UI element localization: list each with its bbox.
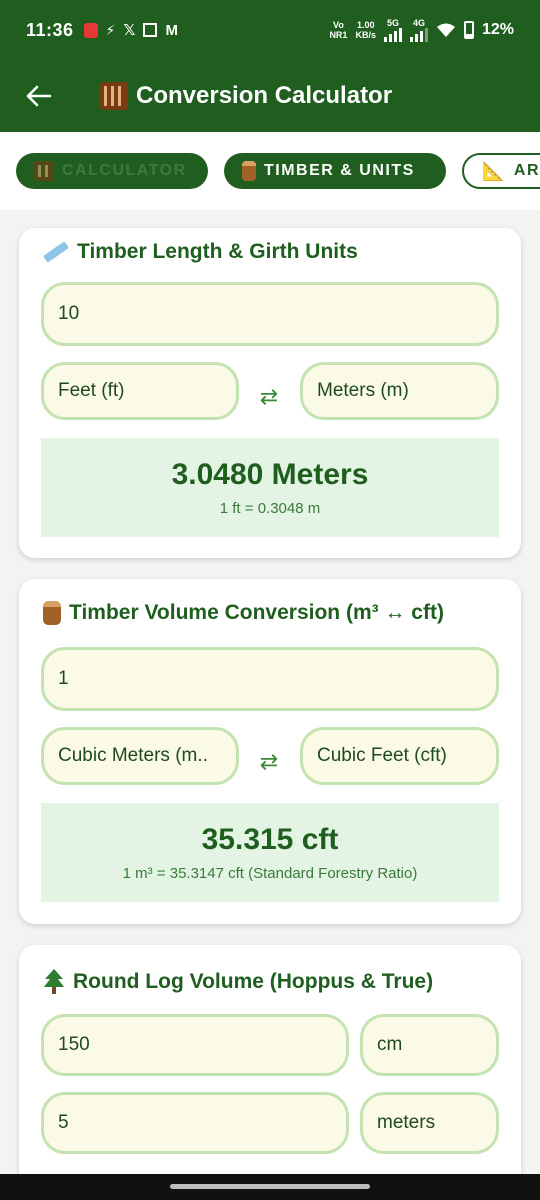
result-panel: 35.315 cft 1 m³ = 35.3147 cft (Standard … — [41, 803, 499, 902]
length-unit-select[interactable]: meters — [360, 1092, 499, 1154]
abacus-icon — [34, 161, 54, 181]
result-note: 1 ft = 0.3048 m — [219, 500, 321, 517]
mail-icon: M — [165, 21, 178, 39]
length-input[interactable]: 5 — [41, 1092, 349, 1154]
result-note: 1 m³ = 35.3147 cft (Standard Forestry Ra… — [122, 865, 418, 882]
carrier-indicator: Vo NR1 — [329, 20, 348, 40]
swap-icon[interactable]: ⇄ — [249, 742, 289, 782]
news-icon — [143, 23, 158, 37]
card-round-log-volume: Round Log Volume (Hoppus & True) 150 cm … — [19, 945, 521, 1174]
card-length-units: Timber Length & Girth Units 10 Feet (ft)… — [19, 228, 521, 558]
page-title: Conversion Calculator — [100, 82, 392, 110]
status-time: 11:36 — [26, 19, 74, 40]
signal-bars-icon — [409, 28, 428, 42]
system-status: Vo NR1 1.00 KB/s 5G 4G 12% — [329, 18, 514, 42]
shopping-bag-icon — [83, 22, 98, 38]
tab-area[interactable]: 📐 AR — [462, 153, 540, 189]
ruler-icon — [43, 241, 69, 263]
tab-bar: CALCULATOR TIMBER & UNITS 📐 AR — [0, 132, 540, 210]
swap-icon[interactable]: ⇄ — [249, 377, 289, 417]
from-unit-select[interactable]: Cubic Meters (m.. — [41, 727, 239, 785]
x-logo-icon: 𝕏 — [123, 22, 136, 39]
girth-input[interactable]: 150 — [41, 1014, 349, 1076]
wifi-icon — [436, 23, 455, 37]
arrow-left-icon — [26, 85, 52, 107]
battery-percent: 12% — [481, 21, 514, 38]
battery-icon — [463, 21, 474, 39]
to-unit-select[interactable]: Meters (m) — [300, 362, 499, 420]
tree-icon — [44, 969, 64, 994]
tab-timber-units[interactable]: TIMBER & UNITS — [224, 153, 446, 189]
app-bar: Conversion Calculator — [0, 60, 540, 132]
to-unit-select[interactable]: Cubic Feet (cft) — [300, 727, 499, 785]
triangle-ruler-icon: 📐 — [482, 160, 506, 181]
card-title: Timber Length & Girth Units — [43, 240, 358, 264]
result-panel: 3.0480 Meters 1 ft = 0.3048 m — [41, 438, 499, 537]
back-button[interactable] — [0, 60, 78, 132]
flash-icon: ⚡ — [105, 21, 116, 38]
from-unit-select[interactable]: Feet (ft) — [41, 362, 239, 420]
signal-4g: 4G — [409, 18, 428, 42]
home-gesture-handle[interactable] — [170, 1184, 370, 1189]
volume-input[interactable]: 1 — [41, 647, 499, 711]
result-value: 3.0480 Meters — [171, 458, 369, 491]
navigation-bar — [0, 1174, 540, 1200]
log-icon — [242, 161, 256, 181]
result-value: 35.315 cft — [201, 823, 339, 856]
log-icon — [43, 601, 61, 625]
network-speed: 1.00 KB/s — [355, 20, 376, 40]
abacus-icon — [100, 82, 128, 110]
card-title: Timber Volume Conversion (m³ ↔ cft) — [43, 601, 444, 625]
tab-calculator[interactable]: CALCULATOR — [16, 153, 208, 189]
length-input[interactable]: 10 — [41, 282, 499, 346]
card-volume-conversion: Timber Volume Conversion (m³ ↔ cft) 1 Cu… — [19, 579, 521, 924]
signal-bars-icon — [383, 28, 402, 42]
status-bar: 11:36 ⚡ 𝕏 M Vo NR1 1.00 KB/s 5G 4G 12% — [0, 0, 540, 60]
signal-5g: 5G — [383, 18, 402, 42]
girth-unit-select[interactable]: cm — [360, 1014, 499, 1076]
notification-icons: ⚡ 𝕏 M — [83, 21, 178, 39]
content-scroll[interactable]: Timber Length & Girth Units 10 Feet (ft)… — [0, 210, 540, 1174]
card-title: Round Log Volume (Hoppus & True) — [43, 969, 433, 995]
